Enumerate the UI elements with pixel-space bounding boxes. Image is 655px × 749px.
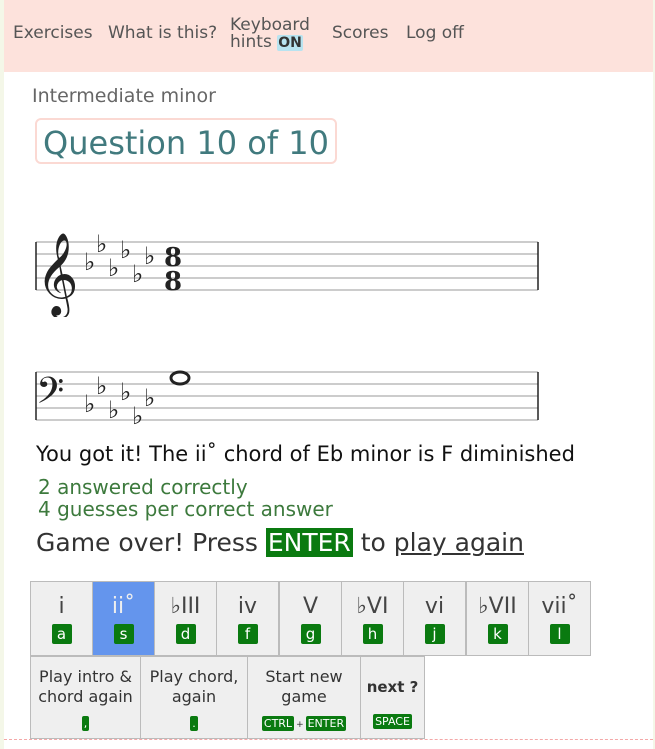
action-label: Start new game [248, 667, 360, 707]
action-label-line2: game [281, 687, 327, 706]
bass-staff: 𝄢 ♭ ♭ ♭ ♭ ♭ ♭ [35, 370, 539, 430]
guesses-stat: 4 guesses per correct answer [38, 497, 333, 521]
question-label: Question 10 of 10 [43, 124, 329, 162]
question-box: Question 10 of 10 [35, 118, 337, 164]
flat-icon: ♭ [144, 242, 155, 270]
space-key-badge: SPACE [373, 714, 412, 729]
nav-keyboard-hints-toggle[interactable]: Keyboard hints ON [230, 17, 310, 52]
flat-icon: ♭ [84, 248, 95, 276]
nav-scores-link[interactable]: Scores [332, 23, 388, 43]
action-label-line1: Play intro & [39, 667, 132, 686]
next-button[interactable]: next ? SPACE [360, 656, 425, 739]
action-label-line1: Play chord, [149, 667, 239, 686]
chord-button-ii-dim[interactable]: ii˚ s [92, 581, 155, 656]
key-hint-row: . [141, 712, 247, 731]
key-hint-badge: f [237, 624, 258, 644]
play-chord-again-button[interactable]: Play chord, again . [140, 656, 248, 739]
action-label: Play chord, again [141, 667, 247, 707]
chord-label: i [58, 594, 65, 619]
key-hint-row: , [31, 712, 140, 731]
flat-icon: ♭ [144, 384, 155, 412]
action-label-line2: chord again [38, 687, 133, 706]
result-message: You got it! The ii˚ chord of Eb minor is… [36, 442, 575, 466]
chord-label: vii˚ [541, 594, 578, 619]
bass-clef-icon: 𝄢 [36, 370, 64, 421]
play-intro-chord-again-button[interactable]: Play intro & chord again , [30, 656, 141, 739]
key-hint-badge: j [424, 624, 445, 644]
key-hint-badge: , [81, 716, 90, 731]
plus-sign: + [296, 720, 304, 730]
key-hint-badge: k [487, 624, 508, 644]
nav-what-is-this-link[interactable]: What is this? [108, 23, 217, 43]
game-over-prefix: Game over! Press [36, 528, 258, 557]
flat-icon: ♭ [132, 260, 143, 288]
chord-label: ii˚ [111, 594, 136, 619]
chord-button-flat-vii[interactable]: ♭VII k [466, 581, 529, 656]
chord-button-v[interactable]: V g [279, 581, 342, 656]
top-nav: Exercises What is this? Keyboard hints O… [4, 0, 653, 72]
flat-icon: ♭ [120, 378, 131, 406]
chord-button-vii-dim[interactable]: vii˚ l [528, 581, 591, 656]
keyboard-hints-state: ON [277, 35, 303, 51]
chord-button-iv[interactable]: iv f [216, 581, 279, 656]
ctrl-key-badge: CTRL [261, 716, 295, 731]
page: Exercises What is this? Keyboard hints O… [4, 0, 653, 749]
action-label-line1: Start new [265, 667, 343, 686]
start-new-game-button[interactable]: Start new game CTRL + ENTER [247, 656, 361, 739]
treble-clef-icon: 𝄞 [36, 231, 79, 317]
flat-icon: ♭ [132, 402, 143, 430]
play-again-link[interactable]: play again [394, 528, 524, 557]
time-signature-bottom: 8 [164, 267, 182, 297]
flat-icon: ♭ [108, 254, 119, 282]
key-hint-badge: l [549, 624, 570, 644]
chord-button-flat-iii[interactable]: ♭III d [154, 581, 217, 656]
action-label-line2: again [171, 687, 217, 706]
chord-label: ♭VI [356, 594, 389, 619]
nav-logoff-link[interactable]: Log off [406, 23, 464, 43]
key-hint-badge: g [300, 624, 321, 644]
key-hint-badge: . [190, 716, 198, 731]
bottom-divider [4, 739, 653, 740]
key-hint-badge: s [113, 624, 134, 644]
key-hint-badge: a [51, 624, 72, 644]
flat-icon: ♭ [96, 372, 107, 400]
chord-button-flat-vi[interactable]: ♭VI h [341, 581, 404, 656]
chord-label: vi [424, 594, 445, 619]
treble-key-signature: ♭ ♭ ♭ ♭ ♭ ♭ [84, 230, 155, 288]
key-hint-badge: h [362, 624, 383, 644]
chord-label: ♭VII [478, 594, 517, 619]
flat-icon: ♭ [96, 230, 107, 258]
treble-staff: 𝄞 ♭ ♭ ♭ ♭ ♭ ♭ 8 8 [35, 230, 539, 317]
key-hint-badge: d [175, 624, 196, 644]
chord-label: V [302, 594, 319, 619]
chord-label: iv [237, 594, 258, 619]
exercise-title: Intermediate minor [32, 85, 216, 107]
enter-key-badge: ENTER [265, 528, 353, 557]
enter-key-badge: ENTER [305, 716, 347, 731]
flat-icon: ♭ [108, 396, 119, 424]
correct-count: 2 answered correctly [38, 475, 248, 499]
chord-button-vi[interactable]: vi j [403, 581, 466, 656]
chord-button-i[interactable]: i a [30, 581, 93, 656]
whole-note [169, 370, 191, 386]
bass-key-signature: ♭ ♭ ♭ ♭ ♭ ♭ [84, 372, 155, 430]
key-hint-row: CTRL + ENTER [248, 712, 360, 731]
nav-exercises-link[interactable]: Exercises [13, 23, 93, 43]
flat-icon: ♭ [120, 236, 131, 264]
action-label: next ? [366, 678, 419, 696]
key-hint-row: SPACE [361, 710, 424, 729]
keyboard-hints-label-line2: hints [230, 32, 272, 52]
game-over-middle: to [360, 528, 386, 557]
action-label: Play intro & chord again [31, 667, 140, 707]
chord-label: ♭III [170, 594, 201, 619]
flat-icon: ♭ [84, 390, 95, 418]
game-over-message: Game over! Press ENTER to play again [36, 528, 524, 557]
